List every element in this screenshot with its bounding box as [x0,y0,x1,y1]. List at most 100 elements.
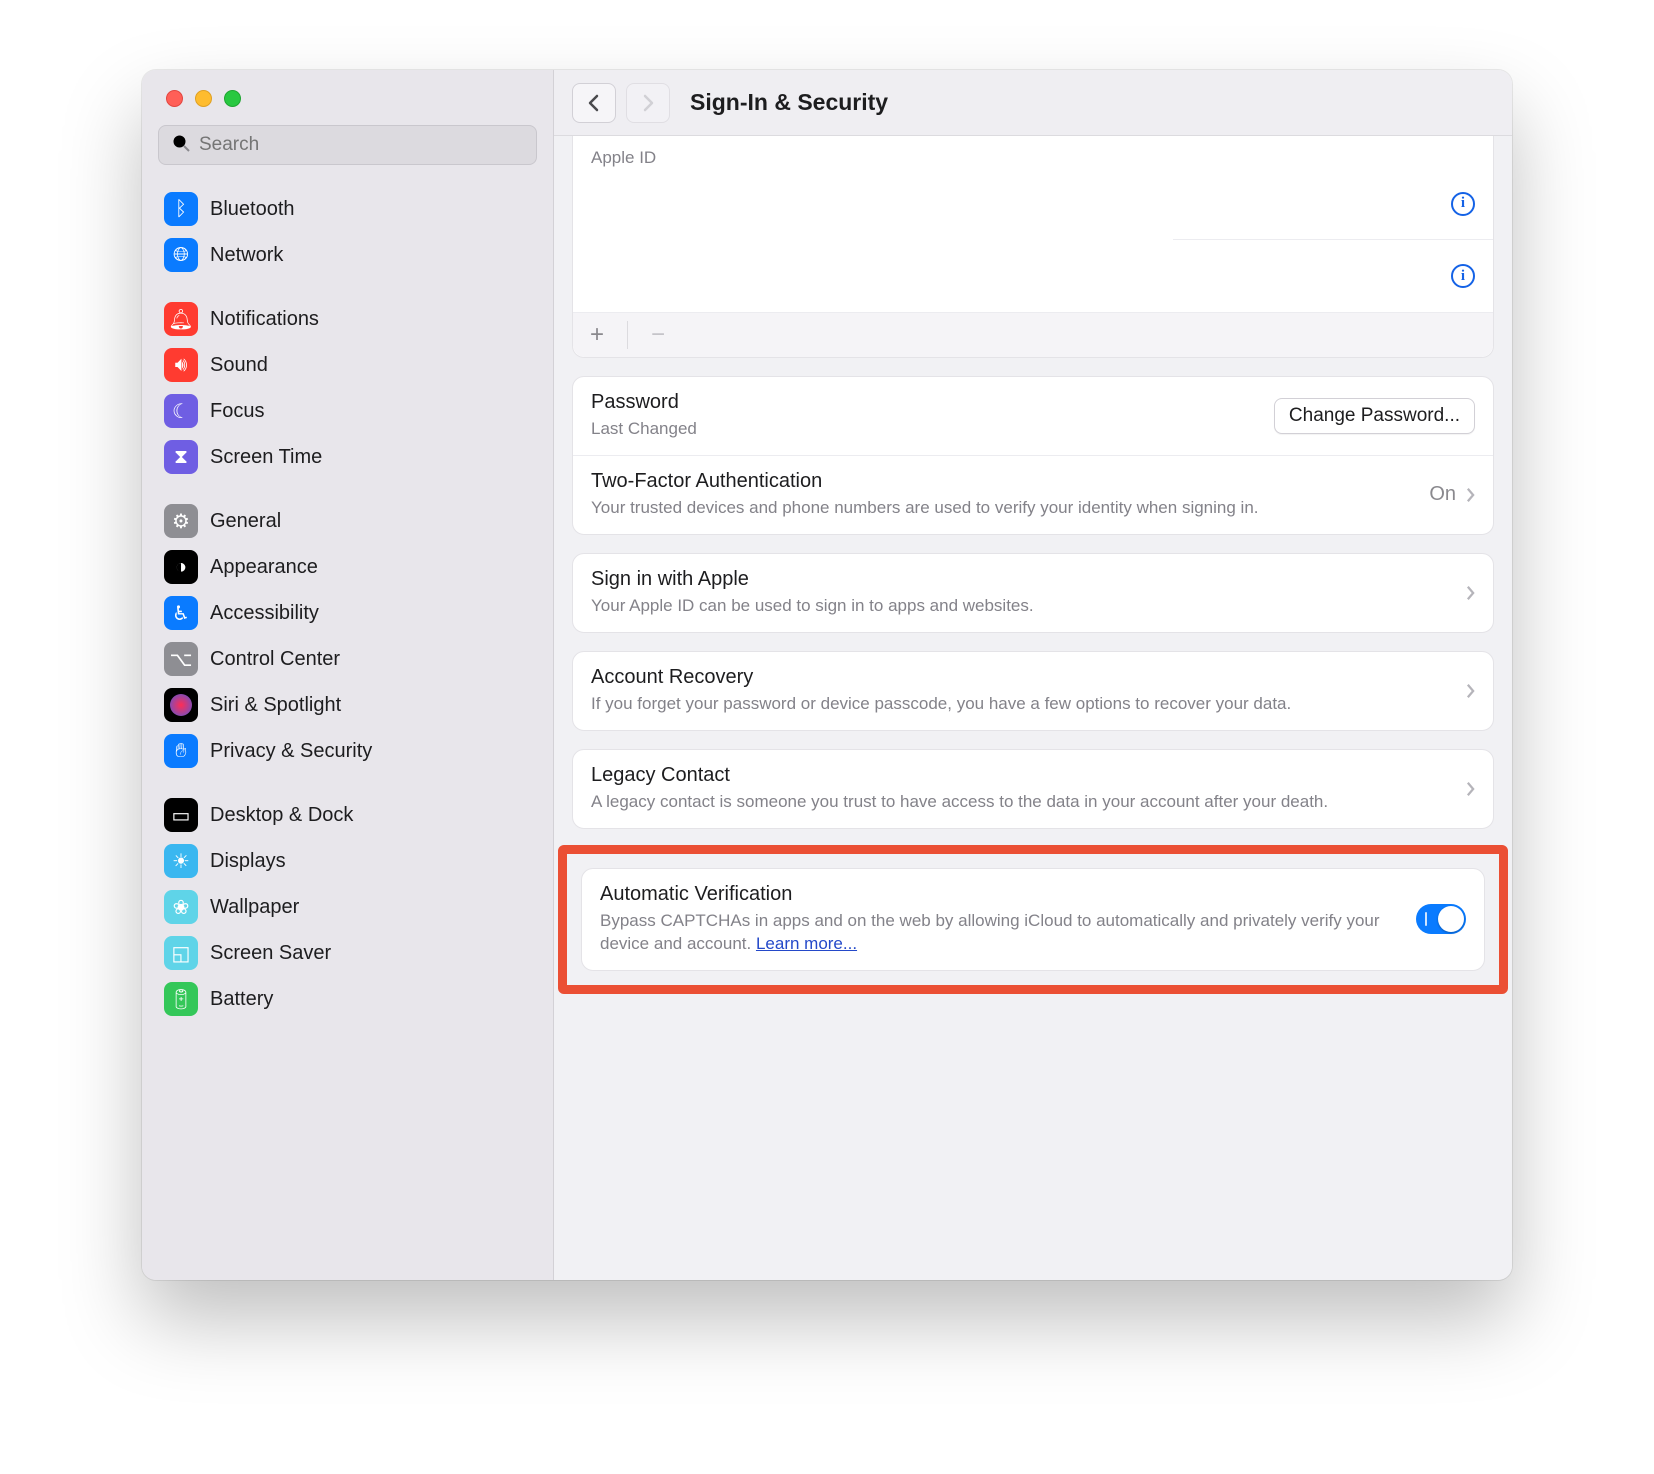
legacy-contact-row[interactable]: Legacy Contact A legacy contact is someo… [573,750,1493,828]
sidebar-item-label: Wallpaper [210,896,299,919]
chevron-right-icon [1466,683,1475,699]
sidebar-item-wallpaper[interactable]: ❀ Wallpaper [154,885,541,929]
sign-in-apple-card: Sign in with Apple Your Apple ID can be … [572,553,1494,633]
remove-button[interactable]: − [648,321,668,349]
account-recovery-title: Account Recovery [591,666,1452,689]
sidebar-item-label: Privacy & Security [210,740,372,763]
sidebar-item-control-center[interactable]: ⌥ Control Center [154,637,541,681]
apple-id-card: Apple ID i i + − [572,136,1494,358]
sidebar-item-notifications[interactable]: 🔔︎ Notifications [154,297,541,341]
dock-icon: ▭ [164,798,198,832]
sidebar-item-screen-saver[interactable]: ◱ Screen Saver [154,931,541,975]
automatic-verification-row: Automatic Verification Bypass CAPTCHAs i… [582,869,1484,970]
password-title: Password [591,391,1260,414]
search-icon [171,133,191,158]
sidebar-item-sound[interactable]: 🔊︎ Sound [154,343,541,387]
sidebar-item-displays[interactable]: ☀︎ Displays [154,839,541,883]
sidebar-item-appearance[interactable]: ◑ Appearance [154,545,541,589]
gear-icon: ⚙︎ [164,504,198,538]
control-center-icon: ⌥ [164,642,198,676]
password-subtitle: Last Changed [591,418,1260,441]
sidebar-item-label: Displays [210,850,286,873]
info-icon[interactable]: i [1451,192,1475,216]
sidebar-item-label: Control Center [210,648,340,671]
two-factor-title: Two-Factor Authentication [591,470,1415,493]
automatic-verification-toggle[interactable] [1416,904,1466,934]
screensaver-icon: ◱ [164,936,198,970]
apple-id-label: Apple ID [573,136,1493,168]
sidebar-item-label: Sound [210,354,268,377]
password-card: Password Last Changed Change Password...… [572,376,1494,535]
sidebar-item-label: Battery [210,988,273,1011]
sidebar-item-accessibility[interactable]: ♿︎ Accessibility [154,591,541,635]
back-button[interactable] [572,83,616,123]
chevron-right-icon [1466,487,1475,503]
main-content: Sign-In & Security Apple ID i i + − [554,70,1512,1280]
globe-icon: 🌐︎ [164,238,198,272]
chevron-right-icon [1466,781,1475,797]
sidebar-item-label: Appearance [210,556,318,579]
page-title: Sign-In & Security [690,89,888,116]
sidebar-item-label: Screen Time [210,446,322,469]
hand-icon: ✋︎ [164,734,198,768]
sidebar-item-privacy-security[interactable]: ✋︎ Privacy & Security [154,729,541,773]
chevron-right-icon [1466,585,1475,601]
list-controls: + − [573,312,1493,357]
learn-more-link[interactable]: Learn more... [756,934,857,953]
sidebar-item-bluetooth[interactable]: ᛒ Bluetooth [154,187,541,231]
toolbar: Sign-In & Security [554,70,1512,136]
bluetooth-icon: ᛒ [164,192,198,226]
automatic-verification-title: Automatic Verification [600,883,1402,906]
siri-icon [164,688,198,722]
sidebar-item-label: General [210,510,281,533]
appearance-icon: ◑ [164,550,198,584]
close-window-button[interactable] [166,90,183,107]
apple-id-row[interactable]: i [1173,240,1493,312]
two-factor-row[interactable]: Two-Factor Authentication Your trusted d… [573,456,1493,534]
window-controls [142,86,553,125]
add-button[interactable]: + [587,321,607,349]
account-recovery-row[interactable]: Account Recovery If you forget your pass… [573,652,1493,730]
minimize-window-button[interactable] [195,90,212,107]
forward-button[interactable] [626,83,670,123]
legacy-contact-description: A legacy contact is someone you trust to… [591,791,1452,814]
apple-id-row[interactable]: i [1173,168,1493,240]
fullscreen-window-button[interactable] [224,90,241,107]
change-password-button[interactable]: Change Password... [1274,398,1475,434]
search-input[interactable] [199,134,524,156]
sidebar-item-label: Desktop & Dock [210,804,353,827]
sidebar: ᛒ Bluetooth 🌐︎ Network 🔔︎ Notifications … [142,70,554,1280]
sidebar-item-label: Accessibility [210,602,319,625]
sidebar-item-siri-spotlight[interactable]: Siri & Spotlight [154,683,541,727]
sign-in-apple-title: Sign in with Apple [591,568,1452,591]
sidebar-item-network[interactable]: 🌐︎ Network [154,233,541,277]
sun-icon: ☀︎ [164,844,198,878]
battery-icon: 🔋︎ [164,982,198,1016]
speaker-icon: 🔊︎ [164,348,198,382]
sidebar-item-battery[interactable]: 🔋︎ Battery [154,977,541,1021]
sign-in-apple-description: Your Apple ID can be used to sign in to … [591,595,1452,618]
sidebar-item-desktop-dock[interactable]: ▭ Desktop & Dock [154,793,541,837]
hourglass-icon: ⧗ [164,440,198,474]
moon-icon: ☾ [164,394,198,428]
two-factor-description: Your trusted devices and phone numbers a… [591,497,1415,520]
settings-window: ᛒ Bluetooth 🌐︎ Network 🔔︎ Notifications … [142,70,1512,1280]
accessibility-icon: ♿︎ [164,596,198,630]
sidebar-item-label: Bluetooth [210,198,295,221]
info-icon[interactable]: i [1451,264,1475,288]
sidebar-item-screen-time[interactable]: ⧗ Screen Time [154,435,541,479]
sidebar-item-label: Notifications [210,308,319,331]
automatic-verification-card: Automatic Verification Bypass CAPTCHAs i… [581,868,1485,971]
legacy-contact-card: Legacy Contact A legacy contact is someo… [572,749,1494,829]
sidebar-item-label: Focus [210,400,264,423]
sidebar-item-label: Screen Saver [210,942,331,965]
sign-in-apple-row[interactable]: Sign in with Apple Your Apple ID can be … [573,554,1493,632]
sidebar-item-label: Siri & Spotlight [210,694,341,717]
search-field[interactable] [158,125,537,165]
sidebar-item-focus[interactable]: ☾ Focus [154,389,541,433]
automatic-verification-description: Bypass CAPTCHAs in apps and on the web b… [600,910,1402,956]
sidebar-item-general[interactable]: ⚙︎ General [154,499,541,543]
two-factor-status: On [1429,483,1456,506]
bell-icon: 🔔︎ [164,302,198,336]
account-recovery-card: Account Recovery If you forget your pass… [572,651,1494,731]
